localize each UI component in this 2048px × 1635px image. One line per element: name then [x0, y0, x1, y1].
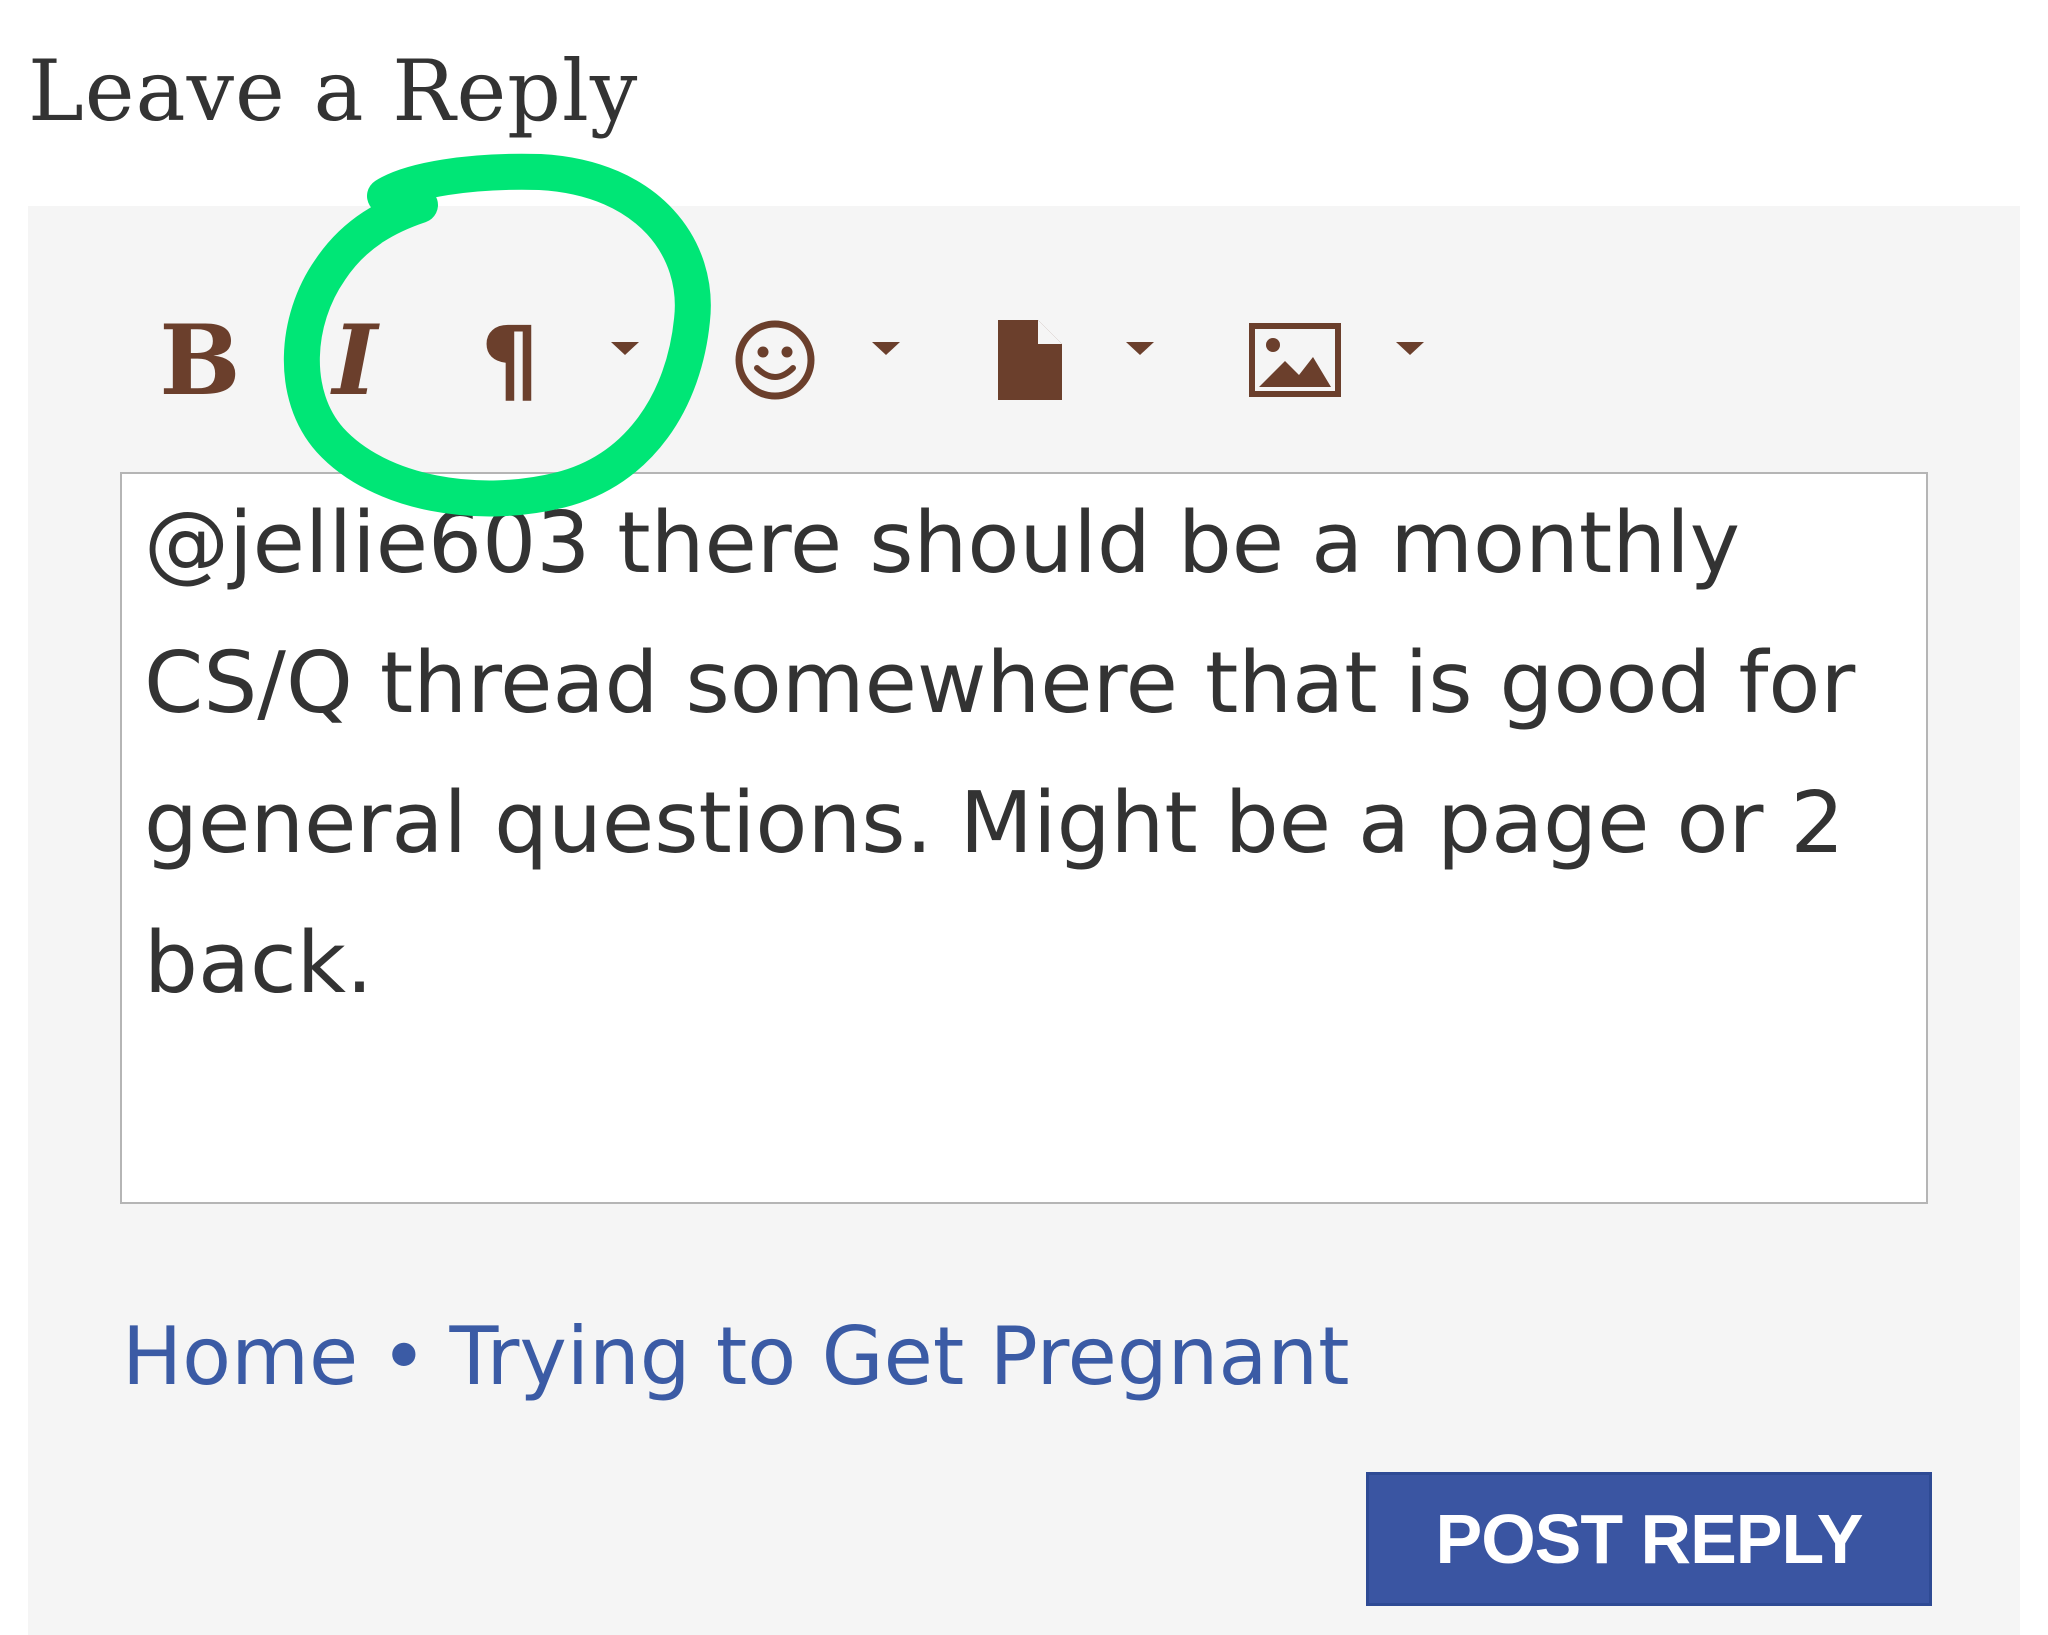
chevron-down-icon[interactable] — [1396, 342, 1424, 355]
page-title: Leave a Reply — [28, 42, 639, 140]
chevron-down-icon[interactable] — [872, 342, 900, 355]
reply-textarea[interactable]: @jellie603 there should be a monthly CS/… — [120, 472, 1928, 1204]
bold-button[interactable]: B — [155, 304, 245, 417]
breadcrumb: Home • Trying to Get Pregnant — [122, 1310, 1349, 1403]
paragraph-format-button[interactable]: ¶ — [470, 305, 550, 415]
breadcrumb-home-link[interactable]: Home — [122, 1310, 358, 1403]
breadcrumb-section-link[interactable]: Trying to Get Pregnant — [449, 1310, 1349, 1403]
chevron-down-icon[interactable] — [611, 342, 639, 355]
breadcrumb-separator: • — [380, 1310, 428, 1403]
post-reply-button[interactable]: POST REPLY — [1366, 1472, 1932, 1606]
image-icon[interactable] — [1245, 305, 1345, 415]
reply-text: @jellie603 there should be a monthly CS/… — [144, 494, 1883, 1013]
italic-button[interactable]: I — [320, 304, 390, 417]
chevron-down-icon[interactable] — [1126, 342, 1154, 355]
smiley-icon[interactable] — [730, 305, 820, 415]
file-icon[interactable] — [990, 305, 1070, 415]
